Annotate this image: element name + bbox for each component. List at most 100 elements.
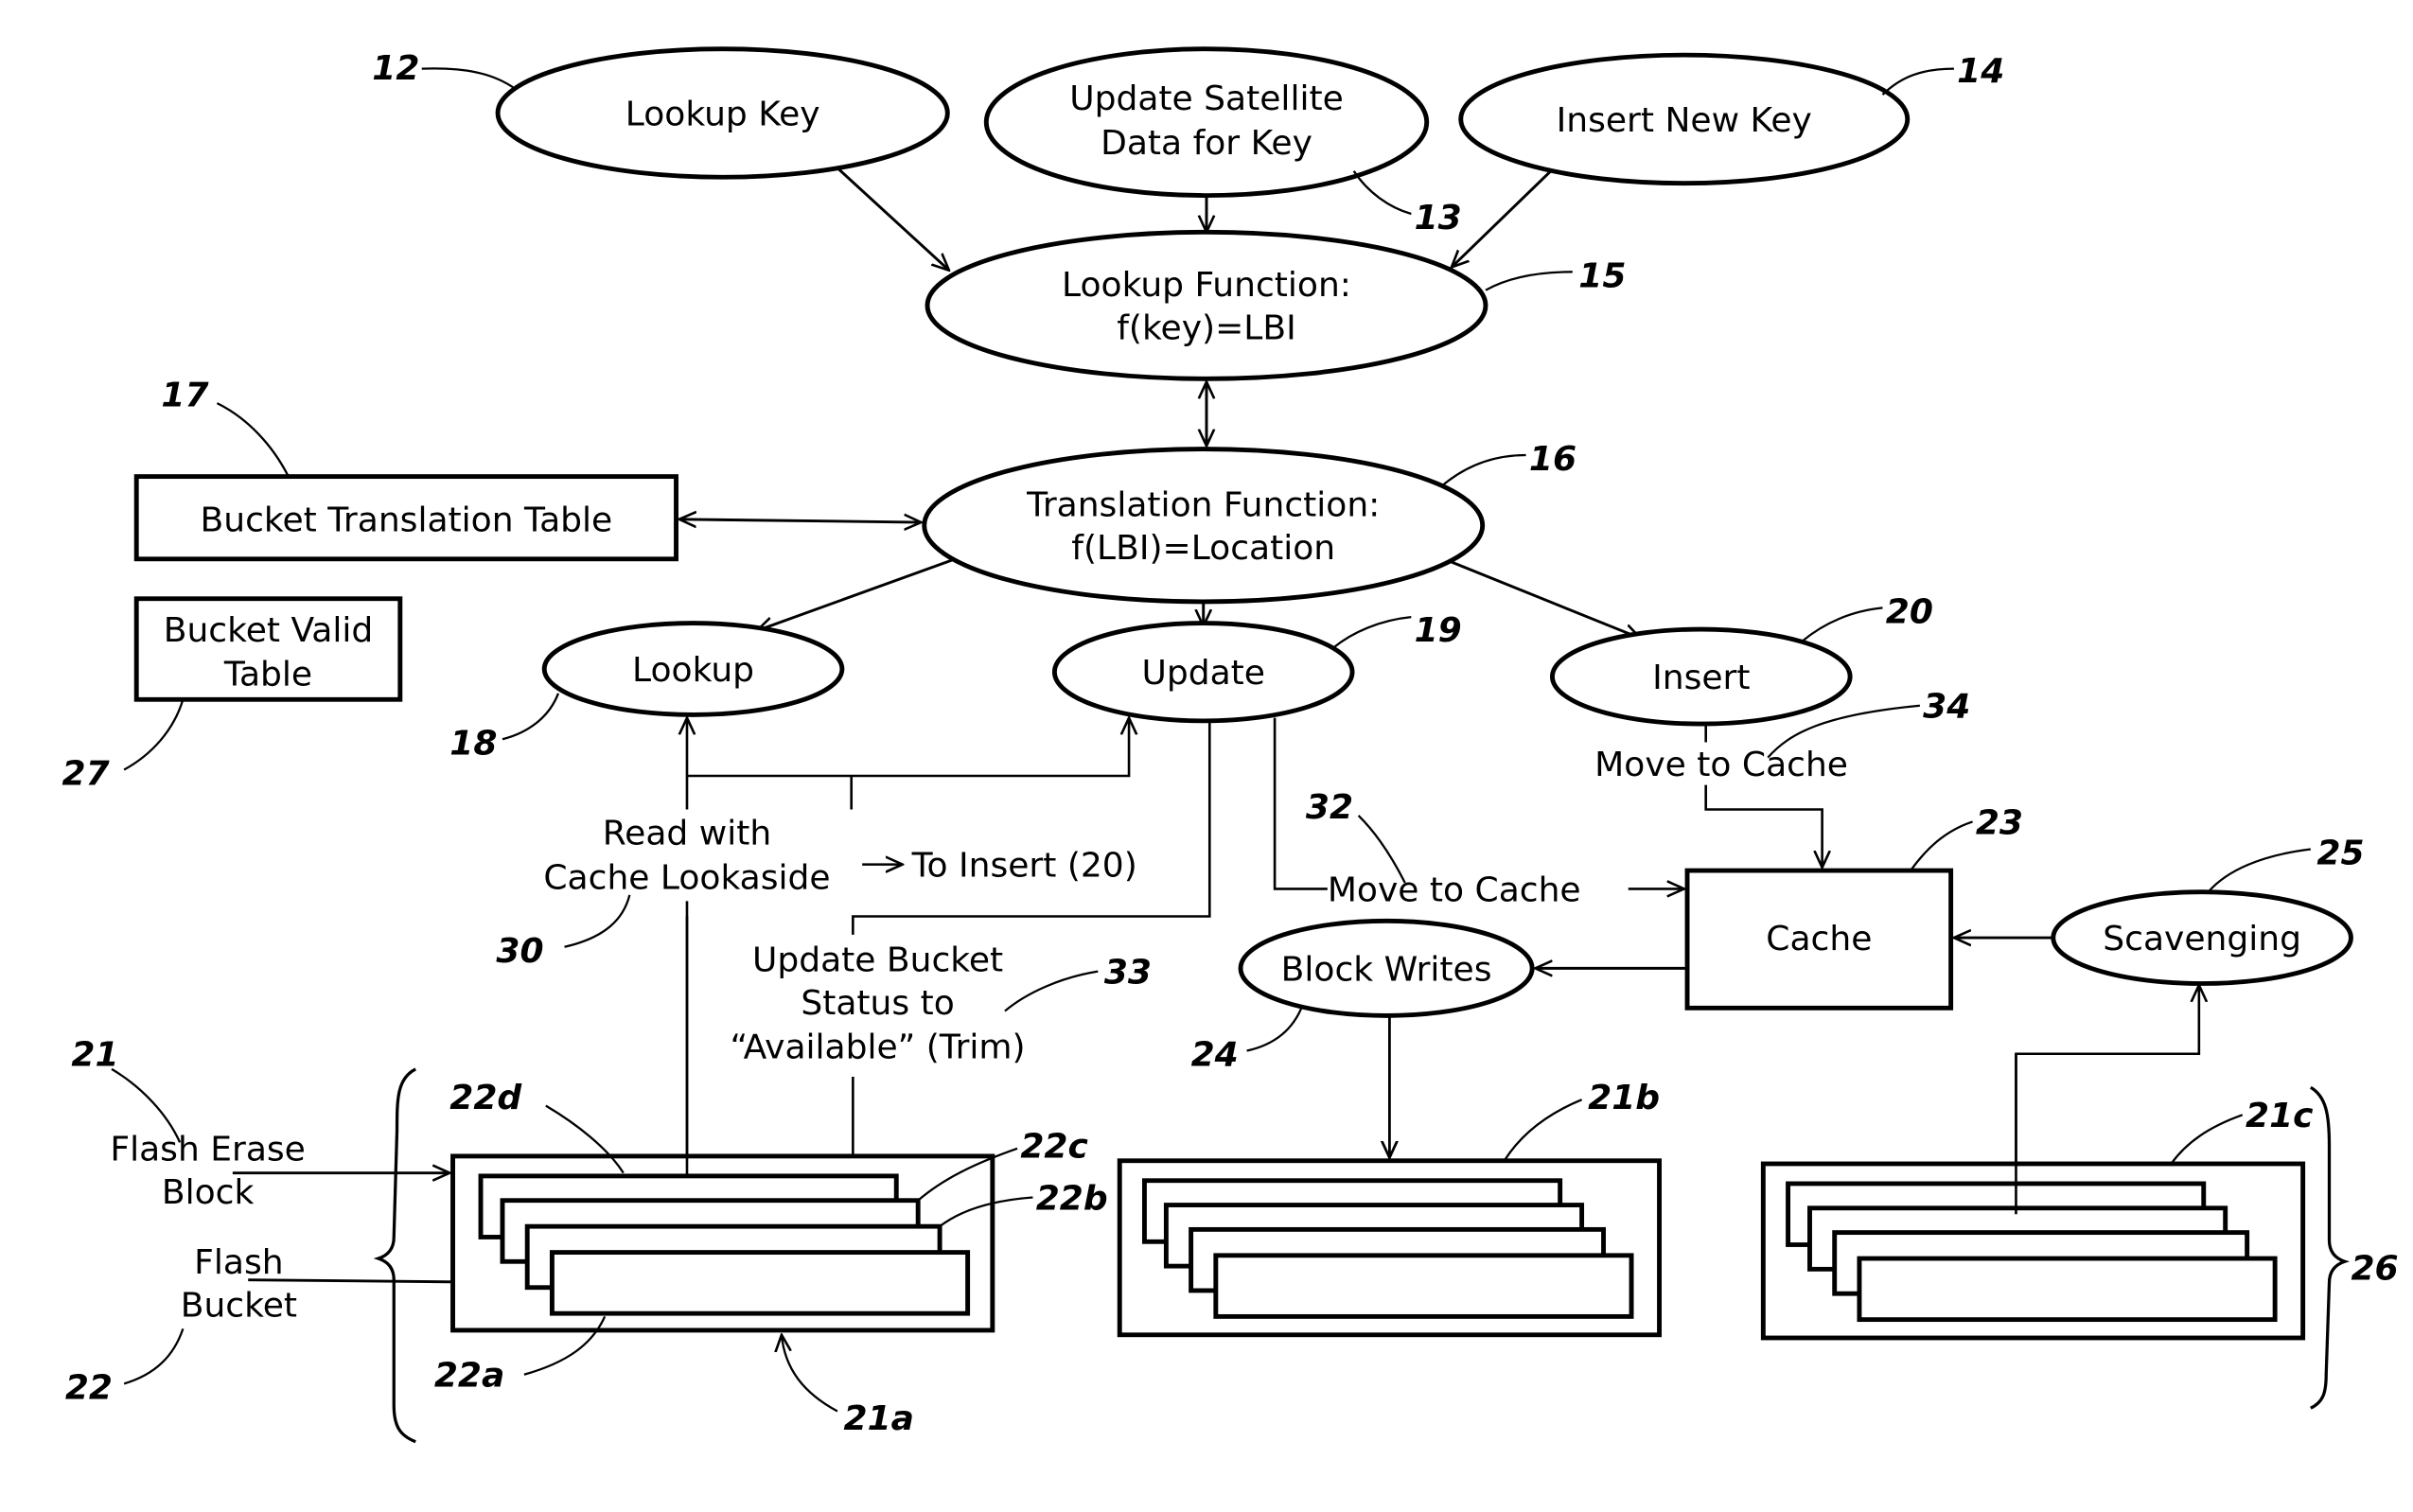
leader-21c bbox=[2170, 1114, 2244, 1165]
leader-14 bbox=[1881, 67, 1954, 96]
read-with-label-2: Cache Lookaside bbox=[543, 859, 830, 898]
update-label: Update bbox=[1141, 654, 1265, 693]
ref-22d: 22d bbox=[449, 1079, 521, 1117]
leader-21b bbox=[1503, 1099, 1583, 1162]
update-bucket-label-1: Update Bucket bbox=[752, 941, 1003, 980]
right-brace bbox=[2309, 1085, 2351, 1410]
leader-22 bbox=[123, 1327, 185, 1385]
leader-17 bbox=[216, 402, 290, 478]
cache-label: Cache bbox=[1766, 920, 1872, 958]
leader-24 bbox=[1246, 1004, 1304, 1052]
ref-17: 17 bbox=[161, 377, 208, 415]
translation-function-label-1: Translation Function: bbox=[1026, 486, 1380, 525]
leader-12 bbox=[421, 67, 516, 90]
bucket-b-1 bbox=[1213, 1253, 1634, 1319]
lookup-function-label-2: f(key)=LBI bbox=[1117, 309, 1296, 348]
node-block-writes: Block Writes bbox=[1238, 918, 1535, 1018]
leader-16 bbox=[1441, 453, 1526, 487]
leader-19 bbox=[1332, 615, 1412, 649]
ref-22: 22 bbox=[65, 1369, 113, 1408]
leader-23 bbox=[1910, 820, 1973, 871]
ref-18: 18 bbox=[449, 725, 497, 764]
arrow-insertkey-to-lookupfn bbox=[1452, 169, 1552, 268]
node-scavenging: Scavenging bbox=[2051, 889, 2353, 986]
leader-13 bbox=[1352, 170, 1412, 216]
ref-30: 30 bbox=[496, 932, 543, 971]
node-update: Update bbox=[1051, 621, 1355, 724]
node-lookup: Lookup bbox=[541, 621, 845, 717]
to-insert-label: To Insert (20) bbox=[911, 847, 1137, 886]
arrow-lookupkey-to-lookupfn bbox=[836, 167, 949, 271]
ref-24: 24 bbox=[1191, 1036, 1239, 1075]
leader-18 bbox=[502, 693, 560, 741]
update-satellite-label-2: Data for Key bbox=[1101, 124, 1312, 163]
bucket-valid-table-label-2: Table bbox=[223, 656, 312, 694]
flash-cache-flow-diagram: Lookup Key 12 Update Satellite Data for … bbox=[62, 46, 2399, 1444]
move-to-cache-label-32: Move to Cache bbox=[1328, 871, 1581, 910]
arrow-translation-to-insert bbox=[1451, 560, 1641, 639]
ref-22c: 22c bbox=[1020, 1128, 1088, 1167]
ref-16: 16 bbox=[1529, 440, 1576, 479]
leader-30 bbox=[564, 894, 631, 948]
node-bucket-translation-table: Bucket Translation Table bbox=[133, 474, 678, 562]
flash-bucket-label-1: Flash bbox=[194, 1243, 283, 1282]
flash-erase-block-21a bbox=[450, 1153, 995, 1333]
read-with-label-1: Read with bbox=[603, 815, 771, 853]
node-insert: Insert bbox=[1549, 626, 1853, 727]
ref-32: 32 bbox=[1306, 788, 1353, 827]
leader-21a bbox=[782, 1335, 838, 1413]
bucket-c-1 bbox=[1857, 1256, 2278, 1323]
bucket-22a bbox=[549, 1250, 971, 1316]
update-bucket-label-2: Status to bbox=[801, 984, 954, 1023]
ref-21a: 21a bbox=[844, 1399, 914, 1438]
ref-23: 23 bbox=[1976, 804, 2023, 843]
ref-21: 21 bbox=[71, 1036, 118, 1075]
lookup-label: Lookup bbox=[632, 651, 754, 690]
leader-15 bbox=[1485, 271, 1573, 291]
node-cache: Cache bbox=[1684, 868, 1954, 1011]
flash-erase-block-21b bbox=[1117, 1158, 1662, 1338]
scavenging-label: Scavenging bbox=[2103, 920, 2301, 958]
flash-erase-block-21c bbox=[1760, 1161, 2306, 1341]
ref-20: 20 bbox=[1886, 593, 1933, 632]
ref-22b: 22b bbox=[1036, 1180, 1108, 1219]
node-lookup-key: Lookup Key bbox=[495, 46, 950, 180]
node-translation-function: Translation Function: f(LBI)=Location bbox=[922, 447, 1486, 605]
ref-27: 27 bbox=[62, 755, 110, 794]
ref-19: 19 bbox=[1415, 611, 1462, 650]
block-writes-label: Block Writes bbox=[1281, 951, 1492, 990]
flash-erase-block-label-2: Block bbox=[162, 1173, 255, 1212]
ref-14: 14 bbox=[1957, 52, 2004, 91]
ref-21c: 21c bbox=[2246, 1097, 2314, 1135]
move-to-cache-label-34: Move to Cache bbox=[1594, 746, 1848, 784]
node-bucket-valid-table: Bucket Valid Table bbox=[133, 596, 403, 702]
leader-33 bbox=[1004, 970, 1099, 1012]
insert-new-key-label: Insert New Key bbox=[1557, 101, 1812, 140]
line-update-to-trim bbox=[852, 720, 1211, 935]
ref-22a: 22a bbox=[434, 1357, 504, 1396]
ref-25: 25 bbox=[2316, 835, 2364, 873]
node-update-satellite-data: Update Satellite Data for Key bbox=[983, 46, 1430, 199]
ref-21b: 21b bbox=[1588, 1079, 1660, 1117]
ref-33: 33 bbox=[1104, 954, 1152, 993]
bucket-translation-table-label: Bucket Translation Table bbox=[201, 501, 613, 540]
lookup-key-label: Lookup Key bbox=[625, 96, 820, 134]
leader-27 bbox=[123, 698, 185, 771]
flash-bucket-label-2: Bucket bbox=[181, 1287, 297, 1326]
arrow-insert-to-cache bbox=[1704, 784, 1823, 868]
arrow-translation-to-lookup bbox=[757, 557, 957, 631]
ref-12: 12 bbox=[372, 49, 419, 88]
update-satellite-label-1: Update Satellite bbox=[1069, 79, 1344, 118]
ref-34: 34 bbox=[1923, 688, 1970, 727]
leader-20 bbox=[1801, 607, 1883, 642]
lookup-function-label-1: Lookup Function: bbox=[1062, 266, 1351, 305]
leader-25 bbox=[2207, 848, 2311, 893]
ref-26: 26 bbox=[2351, 1250, 2398, 1289]
ref-15: 15 bbox=[1578, 257, 1626, 296]
arrow-btt-translationfn bbox=[679, 519, 922, 522]
insert-label: Insert bbox=[1652, 659, 1750, 697]
flash-erase-block-label-1: Flash Erase bbox=[110, 1131, 306, 1169]
arrow-read-to-update bbox=[686, 718, 1129, 778]
left-brace bbox=[373, 1067, 417, 1444]
ref-13: 13 bbox=[1415, 199, 1462, 237]
